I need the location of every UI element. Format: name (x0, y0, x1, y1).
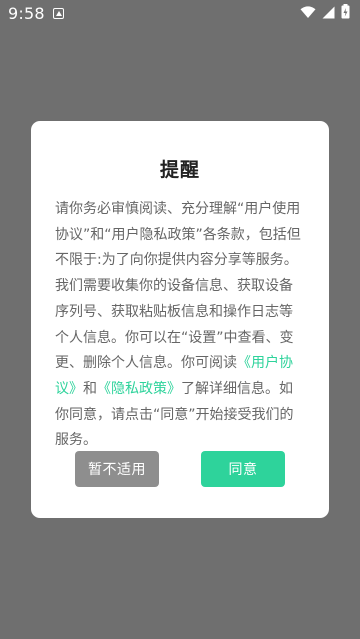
battery-icon (341, 3, 350, 23)
status-right (300, 3, 350, 23)
status-left: 9:58 (8, 4, 64, 23)
status-bar: 9:58 (0, 0, 360, 26)
signal-icon (322, 4, 335, 23)
decline-button[interactable]: 暂不适用 (75, 451, 159, 487)
wifi-icon (300, 4, 316, 23)
notification-icon (52, 7, 64, 19)
agree-button[interactable]: 同意 (201, 451, 285, 487)
dialog-body: 请你务必审慎阅读、充分理解“用户使用协议”和“用户隐私政策”各条款，包括但不限于… (55, 197, 305, 454)
dialog-title: 提醒 (159, 159, 200, 181)
privacy-dialog: 提醒 请你务必审慎阅读、充分理解“用户使用协议”和“用户隐私政策”各条款，包括但… (31, 121, 329, 518)
status-time: 9:58 (8, 3, 45, 23)
privacy-policy-link[interactable]: 《隐私政策》 (97, 381, 181, 397)
body-text-before: 请你务必审慎阅读、充分理解“用户使用协议”和“用户隐私政策”各条款，包括但不限于… (55, 201, 301, 372)
and-text: 和 (83, 380, 97, 397)
